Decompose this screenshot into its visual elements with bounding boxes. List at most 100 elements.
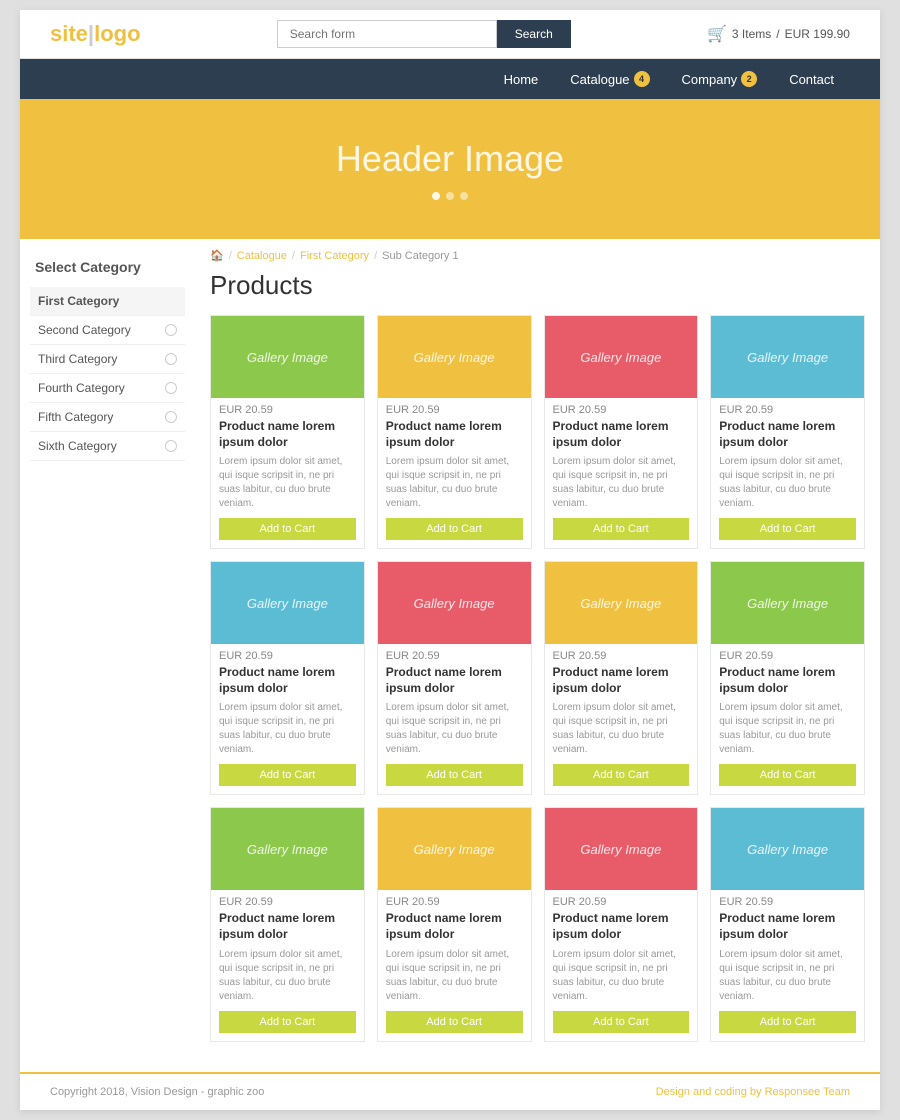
- product-image-4: Gallery Image: [211, 562, 364, 644]
- sidebar-item-4[interactable]: Fifth Category: [30, 403, 185, 432]
- search-input[interactable]: [277, 20, 497, 48]
- nav-item-home[interactable]: Home: [488, 60, 555, 99]
- product-price-4: EUR 20.59: [219, 650, 356, 662]
- product-info-8: EUR 20.59 Product name lorem ipsum dolor…: [211, 890, 364, 1040]
- product-card-10: Gallery Image EUR 20.59 Product name lor…: [544, 807, 699, 1041]
- sidebar-radio-1[interactable]: [165, 324, 177, 336]
- add-to-cart-btn-0[interactable]: Add to Cart: [219, 518, 356, 540]
- product-card-3: Gallery Image EUR 20.59 Product name lor…: [710, 315, 865, 549]
- sidebar: Select Category First CategorySecond Cat…: [20, 239, 195, 1062]
- products-area: 🏠 / Catalogue / First Category / Sub Cat…: [195, 239, 880, 1062]
- product-price-1: EUR 20.59: [386, 404, 523, 416]
- cart-price: EUR 199.90: [785, 27, 850, 41]
- product-image-9: Gallery Image: [378, 808, 531, 890]
- product-price-0: EUR 20.59: [219, 404, 356, 416]
- product-desc-2: Lorem ipsum dolor sit amet, qui isque sc…: [553, 455, 690, 511]
- product-desc-10: Lorem ipsum dolor sit amet, qui isque sc…: [553, 948, 690, 1004]
- nav-item-company[interactable]: Company 2: [666, 59, 774, 99]
- product-info-9: EUR 20.59 Product name lorem ipsum dolor…: [378, 890, 531, 1040]
- product-name-5: Product name lorem ipsum dolor: [386, 665, 523, 696]
- add-to-cart-btn-8[interactable]: Add to Cart: [219, 1011, 356, 1033]
- add-to-cart-btn-3[interactable]: Add to Cart: [719, 518, 856, 540]
- product-card-8: Gallery Image EUR 20.59 Product name lor…: [210, 807, 365, 1041]
- product-price-3: EUR 20.59: [719, 404, 856, 416]
- product-price-11: EUR 20.59: [719, 896, 856, 908]
- product-price-7: EUR 20.59: [719, 650, 856, 662]
- product-image-3: Gallery Image: [711, 316, 864, 398]
- add-to-cart-btn-11[interactable]: Add to Cart: [719, 1011, 856, 1033]
- product-name-11: Product name lorem ipsum dolor: [719, 911, 856, 942]
- nav-item-catalogue[interactable]: Catalogue 4: [554, 59, 665, 99]
- product-card-7: Gallery Image EUR 20.59 Product name lor…: [710, 561, 865, 795]
- breadcrumb-sub-category: Sub Category 1: [382, 250, 458, 262]
- sidebar-radio-4[interactable]: [165, 411, 177, 423]
- sidebar-item-1[interactable]: Second Category: [30, 316, 185, 345]
- hero-dot-1[interactable]: [432, 192, 440, 200]
- catalogue-badge: 4: [634, 71, 650, 87]
- product-desc-8: Lorem ipsum dolor sit amet, qui isque sc…: [219, 948, 356, 1004]
- add-to-cart-btn-4[interactable]: Add to Cart: [219, 764, 356, 786]
- sidebar-radio-3[interactable]: [165, 382, 177, 394]
- nav-item-contact[interactable]: Contact: [773, 60, 850, 99]
- product-image-8: Gallery Image: [211, 808, 364, 890]
- page-card: site|logo Search 🛒 3 Items / EUR 199.90 …: [20, 10, 880, 1110]
- product-info-0: EUR 20.59 Product name lorem ipsum dolor…: [211, 398, 364, 548]
- product-desc-6: Lorem ipsum dolor sit amet, qui isque sc…: [553, 701, 690, 757]
- product-info-10: EUR 20.59 Product name lorem ipsum dolor…: [545, 890, 698, 1040]
- product-desc-7: Lorem ipsum dolor sit amet, qui isque sc…: [719, 701, 856, 757]
- site-logo: site|logo: [50, 21, 141, 47]
- search-button[interactable]: Search: [497, 20, 571, 48]
- sidebar-items: First CategorySecond CategoryThird Categ…: [30, 287, 185, 461]
- add-to-cart-btn-2[interactable]: Add to Cart: [553, 518, 690, 540]
- product-price-10: EUR 20.59: [553, 896, 690, 908]
- product-info-3: EUR 20.59 Product name lorem ipsum dolor…: [711, 398, 864, 548]
- product-image-10: Gallery Image: [545, 808, 698, 890]
- sidebar-item-5[interactable]: Sixth Category: [30, 432, 185, 461]
- sidebar-radio-2[interactable]: [165, 353, 177, 365]
- hero-dot-2[interactable]: [446, 192, 454, 200]
- add-to-cart-btn-1[interactable]: Add to Cart: [386, 518, 523, 540]
- product-name-8: Product name lorem ipsum dolor: [219, 911, 356, 942]
- product-price-9: EUR 20.59: [386, 896, 523, 908]
- add-to-cart-btn-9[interactable]: Add to Cart: [386, 1011, 523, 1033]
- breadcrumb-catalogue[interactable]: Catalogue: [237, 250, 287, 262]
- sidebar-item-3[interactable]: Fourth Category: [30, 374, 185, 403]
- product-image-5: Gallery Image: [378, 562, 531, 644]
- product-desc-9: Lorem ipsum dolor sit amet, qui isque sc…: [386, 948, 523, 1004]
- product-card-11: Gallery Image EUR 20.59 Product name lor…: [710, 807, 865, 1041]
- product-image-1: Gallery Image: [378, 316, 531, 398]
- product-price-6: EUR 20.59: [553, 650, 690, 662]
- product-info-6: EUR 20.59 Product name lorem ipsum dolor…: [545, 644, 698, 794]
- product-info-2: EUR 20.59 Product name lorem ipsum dolor…: [545, 398, 698, 548]
- add-to-cart-btn-5[interactable]: Add to Cart: [386, 764, 523, 786]
- product-image-2: Gallery Image: [545, 316, 698, 398]
- product-name-9: Product name lorem ipsum dolor: [386, 911, 523, 942]
- hero-dot-3[interactable]: [460, 192, 468, 200]
- breadcrumb-first-category[interactable]: First Category: [300, 250, 369, 262]
- product-price-8: EUR 20.59: [219, 896, 356, 908]
- page-footer: Copyright 2018, Vision Design - graphic …: [20, 1072, 880, 1110]
- product-info-5: EUR 20.59 Product name lorem ipsum dolor…: [378, 644, 531, 794]
- footer-credit: Design and coding by Responsee Team: [656, 1086, 850, 1098]
- add-to-cart-btn-10[interactable]: Add to Cart: [553, 1011, 690, 1033]
- product-info-7: EUR 20.59 Product name lorem ipsum dolor…: [711, 644, 864, 794]
- product-name-2: Product name lorem ipsum dolor: [553, 419, 690, 450]
- hero-dots: [432, 192, 468, 200]
- product-price-5: EUR 20.59: [386, 650, 523, 662]
- sidebar-item-0[interactable]: First Category: [30, 287, 185, 316]
- product-name-3: Product name lorem ipsum dolor: [719, 419, 856, 450]
- product-grid: Gallery Image EUR 20.59 Product name lor…: [210, 315, 865, 1042]
- sidebar-radio-5[interactable]: [165, 440, 177, 452]
- breadcrumb-home[interactable]: 🏠: [210, 249, 224, 262]
- add-to-cart-btn-7[interactable]: Add to Cart: [719, 764, 856, 786]
- search-area: Search: [277, 20, 571, 48]
- product-card-4: Gallery Image EUR 20.59 Product name lor…: [210, 561, 365, 795]
- product-card-1: Gallery Image EUR 20.59 Product name lor…: [377, 315, 532, 549]
- sidebar-title: Select Category: [30, 259, 185, 275]
- logo-part1: site: [50, 21, 88, 46]
- add-to-cart-btn-6[interactable]: Add to Cart: [553, 764, 690, 786]
- logo-part2: logo: [94, 21, 140, 46]
- product-info-11: EUR 20.59 Product name lorem ipsum dolor…: [711, 890, 864, 1040]
- sidebar-item-2[interactable]: Third Category: [30, 345, 185, 374]
- product-card-0: Gallery Image EUR 20.59 Product name lor…: [210, 315, 365, 549]
